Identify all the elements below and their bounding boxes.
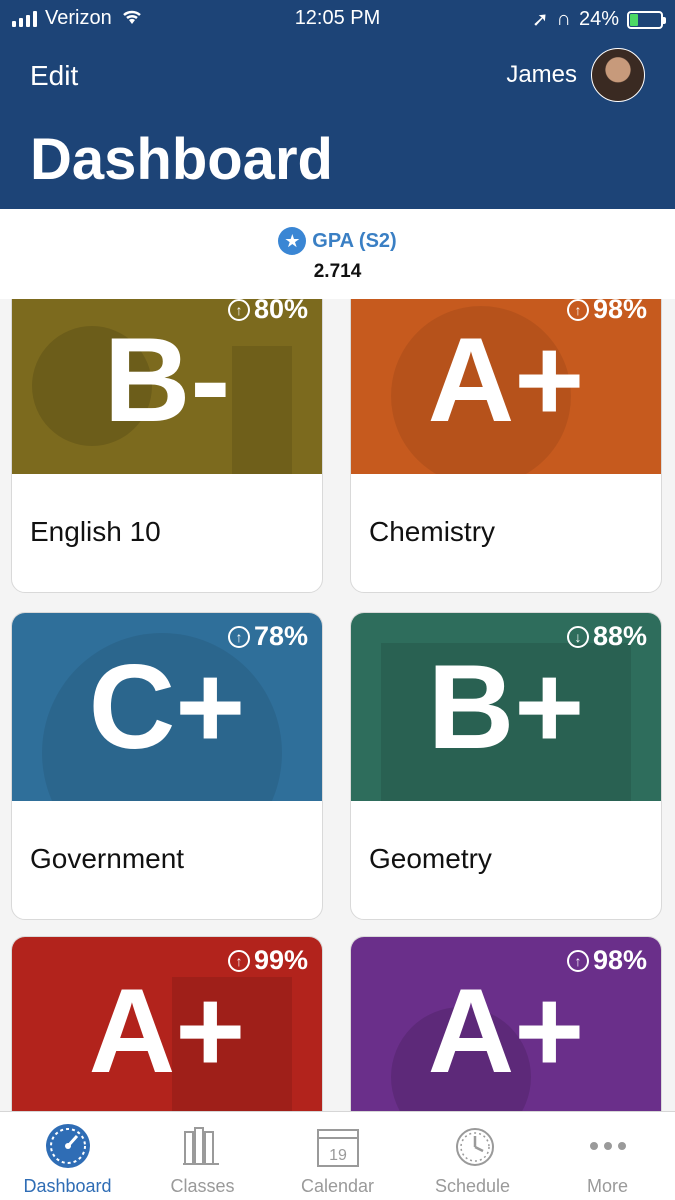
page-title: Dashboard xyxy=(30,127,333,192)
user-profile-button[interactable]: James xyxy=(506,48,645,102)
gpa-label: GPA (S2) xyxy=(312,229,397,252)
course-grade-banner: ↑ 98% A+ xyxy=(351,937,661,1111)
calendar-icon: 19 xyxy=(317,1129,359,1167)
course-grade: A+ xyxy=(88,964,246,1098)
course-grade: A+ xyxy=(427,313,585,447)
course-grade: A+ xyxy=(427,964,585,1098)
course-grade-banner: ↑ 78% C+ xyxy=(12,613,322,801)
location-arrow-icon: ➚ xyxy=(531,9,549,31)
tab-schedule[interactable]: Schedule xyxy=(405,1112,540,1200)
tab-label: Dashboard xyxy=(23,1176,112,1196)
course-name: Geometry xyxy=(369,843,492,874)
tab-label: More xyxy=(586,1176,628,1196)
more-icon xyxy=(590,1142,626,1150)
course-grade-banner: ↓ 88% B+ xyxy=(351,613,661,801)
gpa-value: 2.714 xyxy=(313,261,362,282)
status-bar: Verizon 12:05 PM ➚ ∩ 24% xyxy=(0,0,675,40)
course-grade: B- xyxy=(103,313,231,447)
tab-label: Schedule xyxy=(434,1176,511,1196)
avatar[interactable] xyxy=(591,48,645,102)
tab-calendar[interactable]: 19 Calendar xyxy=(270,1112,405,1200)
course-card[interactable]: ↑ 99% A+ xyxy=(11,936,323,1111)
gauge-icon xyxy=(46,1124,90,1168)
course-grade-banner: ↑ 98% A+ xyxy=(351,299,661,474)
course-name: Government xyxy=(30,843,185,874)
battery-percent: 24% xyxy=(578,8,619,30)
course-grid: ↑ 80% B- English 10 ↑ 98% A+ Chemistry ↑ 78… xyxy=(0,299,675,1111)
course-grade: C+ xyxy=(88,640,246,774)
course-card-chemistry[interactable]: ↑ 98% A+ Chemistry xyxy=(350,299,662,593)
tab-bar: Dashboard Classes 19 Calendar Schedule M… xyxy=(0,1111,675,1200)
app-header: Verizon 12:05 PM ➚ ∩ 24% Edit James Dash… xyxy=(0,0,675,209)
course-card[interactable]: ↑ 98% A+ xyxy=(350,936,662,1111)
tab-classes[interactable]: Classes xyxy=(135,1112,270,1200)
course-card-english[interactable]: ↑ 80% B- English 10 xyxy=(11,299,323,593)
course-grade-banner: ↑ 99% A+ xyxy=(12,937,322,1111)
clock-icon xyxy=(456,1128,494,1166)
calendar-day: 19 xyxy=(329,1147,347,1164)
books-icon xyxy=(183,1127,219,1165)
battery-icon xyxy=(627,10,666,29)
user-name: James xyxy=(506,61,577,88)
course-card-geometry[interactable]: ↓ 88% B+ Geometry xyxy=(350,612,662,920)
tab-dashboard[interactable]: Dashboard xyxy=(0,1112,135,1200)
tab-label: Calendar xyxy=(300,1176,375,1196)
course-name: English 10 xyxy=(30,516,161,547)
star-icon: ★ xyxy=(278,227,307,255)
gpa-summary[interactable]: ★ GPA (S2) 2.714 xyxy=(0,209,675,299)
course-name: Chemistry xyxy=(369,516,496,547)
course-grade-banner: ↑ 80% B- xyxy=(12,299,322,474)
edit-button[interactable]: Edit xyxy=(30,60,78,92)
tab-more[interactable]: More xyxy=(540,1112,675,1200)
tab-label: Classes xyxy=(170,1176,235,1196)
course-grade: B+ xyxy=(427,640,585,774)
headphones-icon: ∩ xyxy=(556,8,571,30)
course-card-government[interactable]: ↑ 78% C+ Government xyxy=(11,612,323,920)
